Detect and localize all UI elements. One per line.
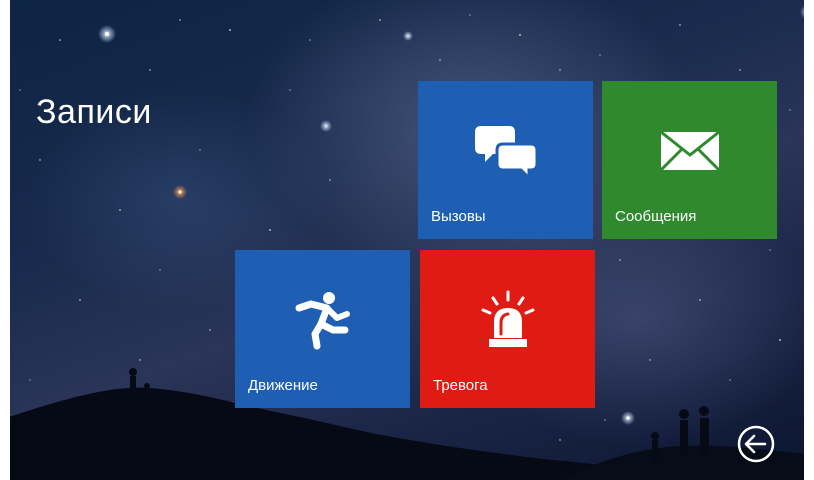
hill-silhouettes [0, 368, 814, 480]
right-frame-edge [804, 0, 814, 480]
left-frame-edge [0, 0, 10, 480]
tile-messages[interactable]: Сообщения [602, 81, 777, 239]
tile-messages-label: Сообщения [615, 208, 697, 225]
chat-bubbles-icon [471, 121, 541, 181]
tile-calls[interactable]: Вызовы [418, 81, 593, 239]
tile-motion-label: Движение [248, 377, 318, 394]
page-title: Записи [36, 93, 152, 131]
siren-icon [473, 290, 543, 350]
running-man-icon [288, 290, 358, 350]
tile-motion[interactable]: Движение [235, 250, 410, 408]
tile-alarm[interactable]: Тревога [420, 250, 595, 408]
back-button[interactable] [736, 424, 776, 464]
back-arrow-icon [737, 425, 775, 463]
screen: Записи Вызовы Сообщения Движение Тревога [0, 0, 814, 480]
envelope-icon [655, 121, 725, 181]
tile-alarm-label: Тревога [433, 377, 488, 394]
tile-calls-label: Вызовы [431, 208, 486, 225]
